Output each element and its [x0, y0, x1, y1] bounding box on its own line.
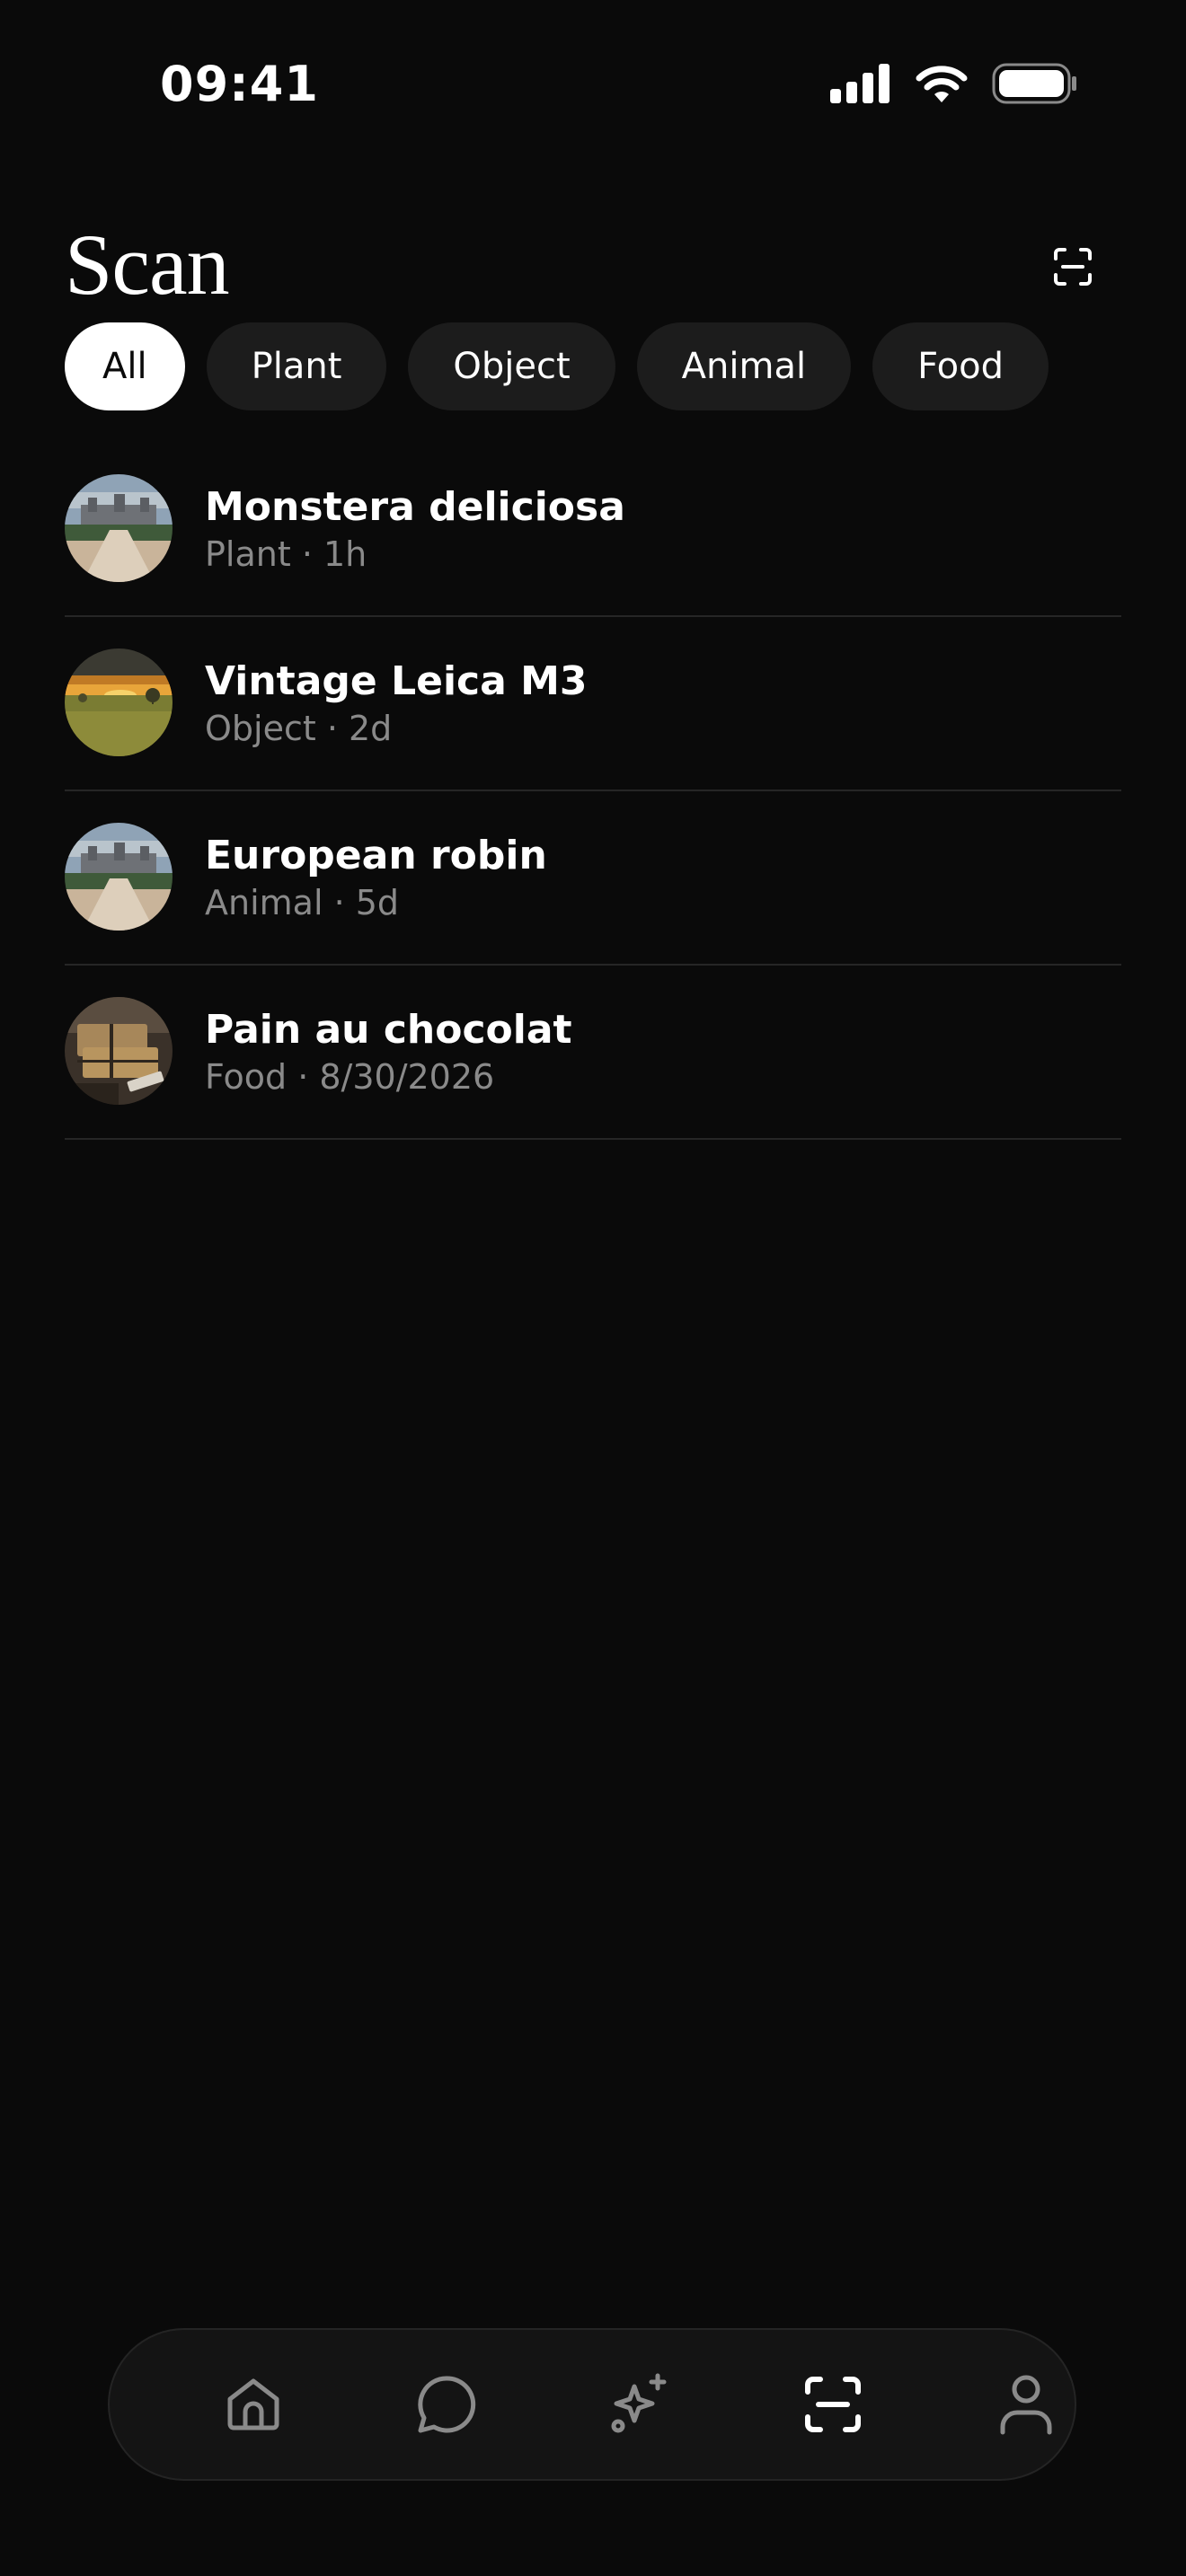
thumbnail-sunset-field-photo — [65, 648, 173, 756]
scan-meta: Food · 8/30/2026 — [205, 1057, 495, 1097]
scan-title: European robin — [205, 833, 547, 878]
filter-chip-food[interactable]: Food — [872, 322, 1049, 410]
tab-home[interactable] — [190, 2330, 316, 2479]
scan-title: Monstera deliciosa — [205, 484, 625, 530]
scan-icon — [1054, 248, 1092, 286]
tab-scan[interactable] — [770, 2330, 896, 2479]
sparkles-icon — [611, 2373, 667, 2433]
status-bar: 09:41 — [0, 0, 1186, 171]
filter-chip-all[interactable]: All — [65, 322, 185, 410]
filter-chip-object[interactable]: Object — [408, 322, 615, 410]
scan-meta: Animal · 5d — [205, 883, 400, 922]
scan-icon — [805, 2377, 861, 2432]
status-time: 09:41 — [160, 56, 319, 112]
cellular-signal-icon — [830, 64, 891, 108]
home-icon — [227, 2378, 279, 2430]
scan-meta: Object · 2d — [205, 709, 393, 748]
profile-icon — [1000, 2375, 1052, 2435]
tab-chat[interactable] — [384, 2330, 509, 2479]
filter-chips: All Plant Object Animal Food — [65, 322, 1049, 410]
tab-profile[interactable] — [963, 2330, 1089, 2479]
list-item[interactable]: Vintage Leica M3 Object · 2d — [65, 617, 1121, 791]
scan-title: Vintage Leica M3 — [205, 658, 588, 704]
tab-ai[interactable] — [577, 2330, 703, 2479]
header: Scan — [65, 220, 1121, 319]
list-item[interactable]: Monstera deliciosa Plant · 1h — [65, 443, 1121, 617]
scan-button[interactable] — [1049, 243, 1096, 290]
scan-meta: Plant · 1h — [205, 534, 367, 574]
thumbnail-parcels-photo — [65, 997, 173, 1105]
filter-chip-animal[interactable]: Animal — [636, 322, 852, 410]
scan-title: Pain au chocolat — [205, 1007, 572, 1053]
chat-icon — [418, 2376, 476, 2433]
scan-list: Monstera deliciosa Plant · 1h Vintage Le… — [65, 443, 1121, 1140]
thumbnail-chateau-photo — [65, 823, 173, 931]
thumbnail-chateau-photo — [65, 474, 173, 582]
list-item[interactable]: Pain au chocolat Food · 8/30/2026 — [65, 966, 1121, 1140]
list-item[interactable]: European robin Animal · 5d — [65, 791, 1121, 966]
battery-icon — [992, 63, 1078, 109]
tab-bar — [108, 2328, 1076, 2481]
wifi-icon — [915, 63, 969, 109]
page-title: Scan — [65, 216, 230, 313]
filter-chip-plant[interactable]: Plant — [206, 322, 387, 410]
status-icons — [830, 63, 1078, 109]
